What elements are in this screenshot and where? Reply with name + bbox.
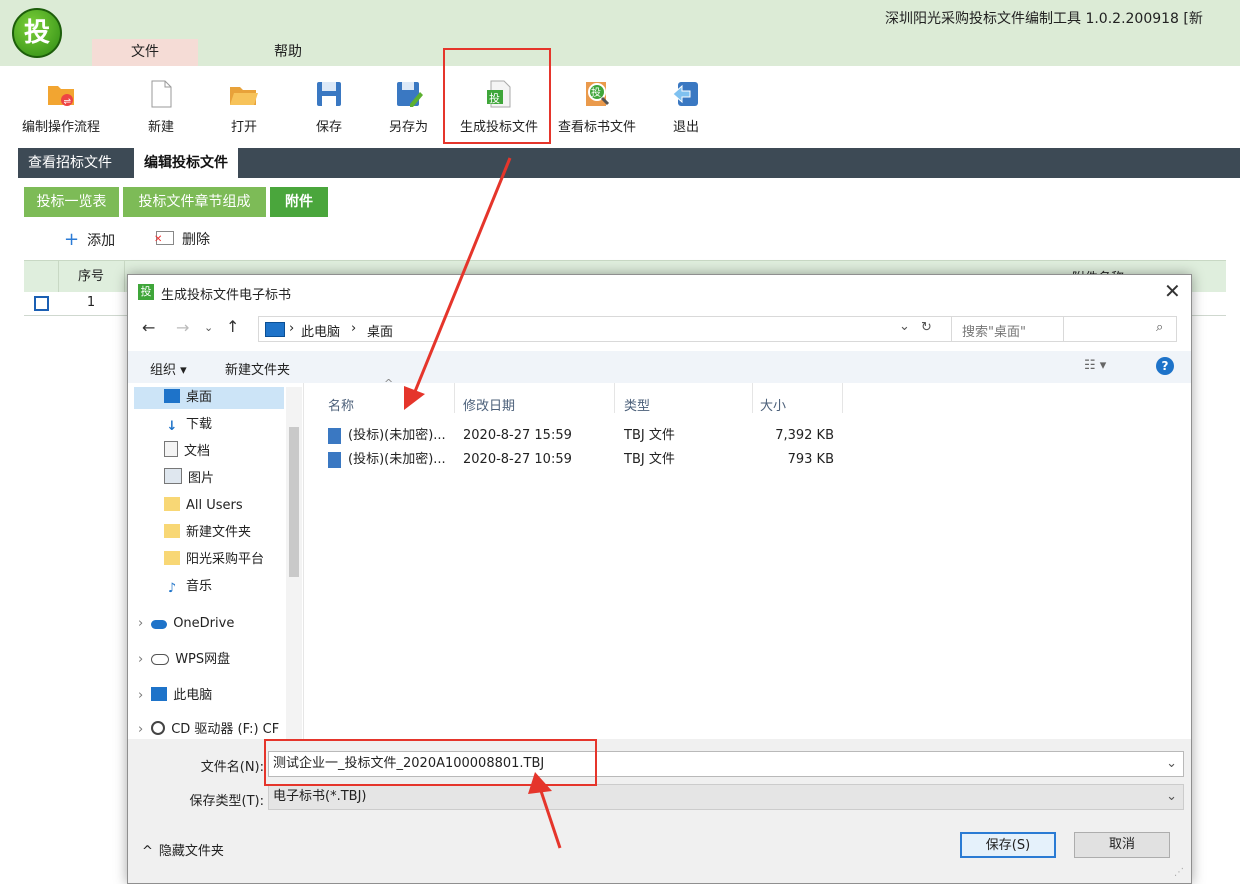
annotation-arrows bbox=[404, 157, 562, 849]
arrow-to-filename bbox=[528, 772, 562, 849]
arrow-to-file-list bbox=[404, 157, 512, 410]
